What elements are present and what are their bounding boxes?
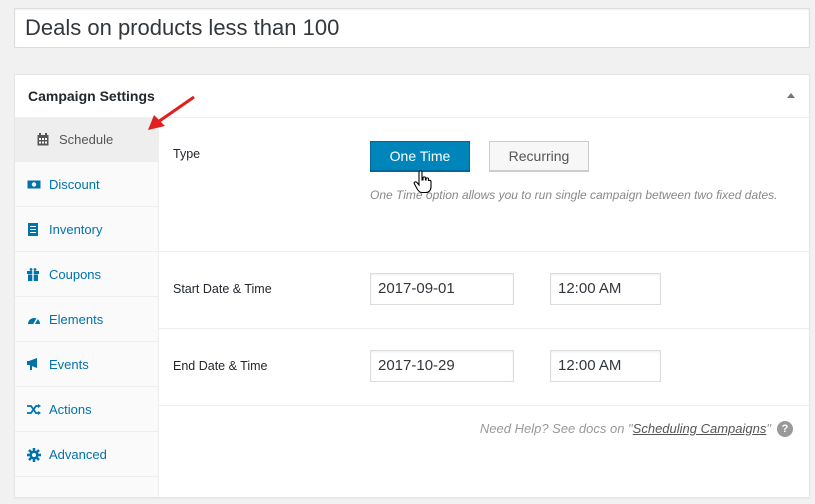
help-text: Need Help? See docs on "Scheduling Campa… (480, 421, 793, 437)
tab-events-label: Events (49, 357, 89, 372)
tab-elements-label: Elements (49, 312, 104, 327)
campaign-title-text: Deals on products less than 100 (25, 15, 340, 40)
scheduling-campaigns-link[interactable]: Scheduling Campaigns (633, 421, 767, 436)
tab-inventory-label: Inventory (49, 222, 103, 237)
collapse-arrow-icon[interactable] (787, 93, 795, 98)
calendar-icon (37, 133, 49, 146)
dashboard-icon (28, 318, 40, 325)
red-arrow-annotation (148, 95, 195, 130)
panel-title: Campaign Settings (28, 88, 155, 104)
tab-actions[interactable]: Actions (15, 387, 158, 432)
settings-tabs: Schedule Discount Inventory Coupons Elem… (15, 117, 159, 497)
tab-elements[interactable]: Elements (15, 297, 158, 342)
start-date-row: Start Date & Time 2017-09-01 12:00 AM (159, 251, 809, 329)
campaign-title-field[interactable]: Deals on products less than 100 (14, 8, 810, 48)
end-date-label: End Date & Time (173, 359, 268, 373)
end-date-input[interactable]: 2017-10-29 (370, 350, 514, 382)
schedule-content: Type One Time Recurring One Time option … (159, 117, 809, 497)
tab-coupons[interactable]: Coupons (15, 252, 158, 297)
start-time-input[interactable]: 12:00 AM (550, 273, 661, 305)
campaign-settings-panel: Campaign Settings Schedule Discount Inve (14, 74, 810, 498)
tab-discount-label: Discount (49, 177, 100, 192)
tab-advanced-label: Advanced (49, 447, 107, 462)
tab-schedule-label: Schedule (59, 132, 114, 147)
start-date-label: Start Date & Time (173, 282, 272, 296)
hand-cursor-icon (413, 170, 432, 194)
type-row: Type One Time Recurring One Time option … (159, 117, 809, 252)
start-date-input[interactable]: 2017-09-01 (370, 273, 514, 305)
money-icon (27, 180, 41, 189)
shuffle-icon (27, 404, 41, 415)
end-time-input[interactable]: 12:00 AM (550, 350, 661, 382)
megaphone-icon (27, 358, 37, 370)
tab-discount[interactable]: Discount (15, 162, 158, 207)
tab-actions-label: Actions (49, 402, 92, 417)
end-date-row: End Date & Time 2017-10-29 12:00 AM (159, 328, 809, 406)
one-time-button[interactable]: One Time (370, 141, 470, 171)
gift-icon (27, 268, 39, 281)
help-question-icon[interactable]: ? (777, 421, 793, 437)
tab-advanced[interactable]: Advanced (15, 432, 158, 477)
tab-coupons-label: Coupons (49, 267, 102, 282)
tab-schedule[interactable]: Schedule (15, 117, 158, 162)
tab-events[interactable]: Events (15, 342, 158, 387)
type-label: Type (173, 147, 201, 161)
panel-header[interactable]: Campaign Settings (15, 75, 809, 118)
tab-inventory[interactable]: Inventory (15, 207, 158, 252)
list-icon (28, 223, 38, 236)
help-suffix: " (766, 421, 771, 436)
gear-icon (27, 448, 41, 462)
help-prefix: Need Help? See docs on " (479, 421, 633, 436)
recurring-button[interactable]: Recurring (489, 141, 589, 171)
